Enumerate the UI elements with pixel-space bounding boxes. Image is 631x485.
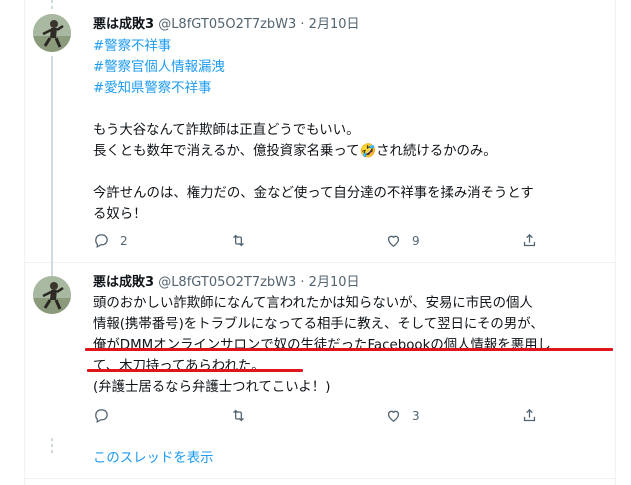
handle-and-date[interactable]: @L8fGT05O2T7zbW3 · 2月10日 [158,17,359,32]
text-line: 今許せんのは、権力だの、金など使って自分達の不祥事を揉み消そうとす [93,186,534,201]
like-icon [387,235,400,247]
tweet[interactable]: 悪は成敗3 @L8fGT05O2T7zbW3 · 2月10日 頭のおかしい詐欺師… [25,262,615,434]
timeline-column: 悪は成敗3 @L8fGT05O2T7zbW3 · 2月10日 #警察不祥事 #警… [24,0,616,485]
text-line: 情報(携帯番号)をトラブルになってる相手に教え、そして翌日にその男が、 [93,317,544,332]
thread-connector-dots [50,438,54,456]
reply-count: 2 [120,233,128,248]
handle-and-date[interactable]: @L8fGT05O2T7zbW3 · 2月10日 [158,275,359,290]
red-underline-annotation [87,369,303,372]
text-line: (弁護士居るなら弁護士つれてこいよ！) [93,380,331,395]
retweet-button[interactable] [230,407,257,424]
tweet-actions: 2 9 [93,232,536,252]
text-line: 俺がDMMオンラインサロンで奴の生徒だったFacebookの個人情報を悪用し [93,338,551,353]
like-count: 3 [412,408,420,423]
retweet-icon [233,234,244,247]
tweet-text: 頭のおかしい詐欺師になんて言われたかは知らないが、安易に市民の個人 情報(携帯番… [93,293,551,398]
tweet-divider [25,478,615,479]
text-line: て、木刀持ってあらわれた。 [93,359,265,374]
thread-line [51,262,53,276]
tweet-header: 悪は成敗3 @L8fGT05O2T7zbW3 · 2月10日 [93,274,360,292]
thread-connector-top [50,0,54,12]
like-icon [387,410,400,422]
display-name[interactable]: 悪は成敗3 [93,275,154,290]
share-button[interactable] [521,407,538,424]
hashtag-link[interactable]: #警察官個人情報漏洩 [93,57,534,78]
like-button[interactable]: 9 [385,232,420,249]
share-icon [523,408,536,422]
text-line: る奴ら！ [93,207,147,222]
retweet-button[interactable] [230,232,257,249]
share-button[interactable] [521,232,538,249]
text-line: もう大谷なんて詐欺師は正直どうでもいい。 [93,123,360,138]
like-count: 9 [412,233,420,248]
hashtag-link[interactable]: #愛知県警察不祥事 [93,78,534,99]
reply-button[interactable]: 2 [93,232,128,249]
reply-icon [95,234,108,249]
reply-icon [95,409,108,424]
retweet-icon [233,409,244,422]
display-name[interactable]: 悪は成敗3 [93,17,154,32]
hashtag-link[interactable]: #警察不祥事 [93,36,534,57]
avatar[interactable] [33,276,71,314]
text-line: 頭のおかしい詐欺師になんて言われたかは知らないが、安易に市民の個人 [93,296,533,311]
avatar[interactable] [33,14,71,52]
reply-button[interactable] [93,407,120,424]
text-line: 長くとも数年で消えるか、億投資家名乗って🤣され続けるかのみ。 [93,144,497,159]
red-underline-annotation [85,348,613,351]
share-icon [523,233,536,247]
tweet-text: #警察不祥事 #警察官個人情報漏洩 #愛知県警察不祥事 もう大谷なんて詐欺師は正… [93,36,534,225]
like-button[interactable]: 3 [385,407,420,424]
tweet[interactable]: 悪は成敗3 @L8fGT05O2T7zbW3 · 2月10日 #警察不祥事 #警… [25,0,615,262]
thread-line [51,56,53,262]
tweet-header: 悪は成敗3 @L8fGT05O2T7zbW3 · 2月10日 [93,16,360,34]
tweet-actions: 3 [93,407,536,427]
show-thread-link[interactable]: このスレッドを表示 [93,446,214,466]
